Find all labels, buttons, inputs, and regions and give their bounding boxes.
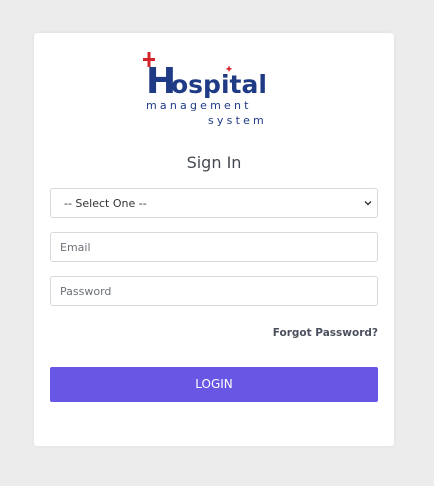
chevron-down-icon — [363, 198, 373, 208]
login-card: H ospital management system Sign In -- S… — [34, 33, 394, 446]
login-button[interactable]: LOGIN — [50, 367, 378, 402]
svg-text:system: system — [208, 114, 267, 127]
hospital-logo: H ospital management system — [138, 48, 278, 128]
role-select-value: -- Select One -- — [64, 197, 147, 210]
forgot-password-link[interactable]: Forgot Password? — [273, 327, 378, 339]
svg-text:ospital: ospital — [171, 70, 267, 99]
page-title: Sign In — [186, 153, 242, 172]
role-select[interactable]: -- Select One -- — [50, 188, 378, 218]
email-field-wrapper — [50, 232, 378, 262]
password-field[interactable] — [51, 277, 360, 305]
svg-text:management: management — [146, 99, 252, 112]
email-field[interactable] — [51, 233, 360, 261]
password-field-wrapper — [50, 276, 378, 306]
